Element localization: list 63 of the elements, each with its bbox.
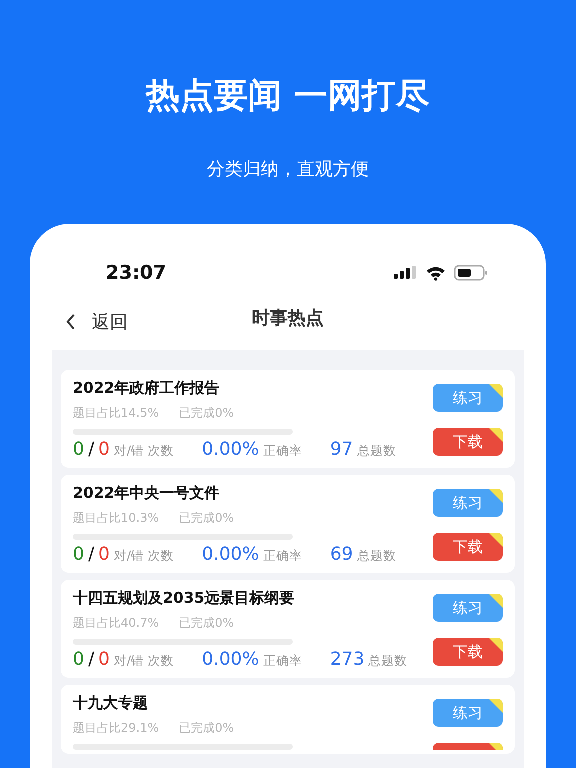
total-value: 273 <box>330 649 365 670</box>
total-value: 69 <box>330 544 354 565</box>
corner-tag-icon <box>489 428 503 442</box>
right-count: 0 <box>73 649 84 670</box>
topic-card[interactable]: 十九大专题 题目占比29.1% 已完成0% 练习 <box>61 685 515 754</box>
practice-button[interactable]: 练习 <box>433 489 503 517</box>
signal-icon <box>394 266 418 280</box>
accuracy-label: 正确率 <box>263 548 302 565</box>
slash-separator: / <box>88 544 95 565</box>
topic-title: 2022年中央一号文件 <box>73 483 221 504</box>
topic-card[interactable]: 2022年政府工作报告 题目占比14.5% 已完成0% 0 / 0 对/错 次数 0.00% 正确率 97 总题数 练习 下载 <box>61 370 515 468</box>
accuracy-value: 0.00% <box>202 544 260 565</box>
accuracy-label: 正确率 <box>263 443 302 460</box>
wrong-count: 0 <box>98 439 110 460</box>
download-button[interactable]: 下载 <box>433 428 503 456</box>
topic-title: 十四五规划及2035远景目标纲要 <box>73 588 296 609</box>
corner-tag-icon <box>489 533 503 547</box>
counts-label: 对/错 次数 <box>114 653 174 670</box>
counts-label: 对/错 次数 <box>114 443 174 460</box>
share-text: 题目占比40.7% <box>73 615 160 631</box>
accuracy-value: 0.00% <box>202 439 260 460</box>
completed-text: 已完成0% <box>179 615 234 631</box>
right-count: 0 <box>73 439 84 460</box>
topic-card[interactable]: 十四五规划及2035远景目标纲要 题目占比40.7% 已完成0% 0 / 0 对/错 次数 0.00% 正确率 273 总题数 练习 下载 <box>61 580 515 678</box>
slash-separator: / <box>88 649 95 670</box>
wrong-count: 0 <box>98 649 110 670</box>
download-button[interactable]: 下载 <box>433 533 503 561</box>
completed-text: 已完成0% <box>179 720 234 736</box>
slash-separator: / <box>88 439 95 460</box>
headline: 热点要闻 一网打尽 <box>146 75 430 118</box>
practice-button[interactable]: 练习 <box>433 594 503 622</box>
total-label: 总题数 <box>357 443 396 460</box>
total-label: 总题数 <box>357 548 396 565</box>
chevron-left-icon <box>66 314 76 330</box>
share-text: 题目占比14.5% <box>73 405 160 421</box>
share-text: 题目占比10.3% <box>73 510 160 526</box>
accuracy-label: 正确率 <box>263 653 302 670</box>
corner-tag-icon <box>489 699 503 713</box>
download-button[interactable]: 下载 <box>433 638 503 666</box>
corner-tag-icon <box>489 489 503 503</box>
back-button[interactable]: 返回 <box>66 310 128 334</box>
topic-card[interactable]: 2022年中央一号文件 题目占比10.3% 已完成0% 0 / 0 对/错 次数 0.00% 正确率 69 总题数 练习 下载 <box>61 475 515 573</box>
total-value: 97 <box>330 439 354 460</box>
topic-title: 2022年政府工作报告 <box>73 378 221 399</box>
status-time: 23:07 <box>106 262 166 284</box>
wifi-icon <box>426 266 446 280</box>
share-text: 题目占比29.1% <box>73 720 160 736</box>
practice-button[interactable]: 练习 <box>433 384 503 412</box>
corner-tag-icon <box>489 384 503 398</box>
right-count: 0 <box>73 544 84 565</box>
battery-icon <box>454 265 488 281</box>
wrong-count: 0 <box>98 544 110 565</box>
completed-text: 已完成0% <box>179 405 234 421</box>
page-title: 时事热点 <box>252 307 324 330</box>
completed-text: 已完成0% <box>179 510 234 526</box>
accuracy-value: 0.00% <box>202 649 260 670</box>
total-label: 总题数 <box>368 653 408 670</box>
corner-tag-icon <box>489 638 503 652</box>
corner-tag-icon <box>489 594 503 608</box>
practice-button[interactable]: 练习 <box>433 699 503 727</box>
topic-title: 十九大专题 <box>73 693 149 714</box>
subtitle: 分类归纳，直观方便 <box>207 158 369 182</box>
counts-label: 对/错 次数 <box>114 548 174 565</box>
